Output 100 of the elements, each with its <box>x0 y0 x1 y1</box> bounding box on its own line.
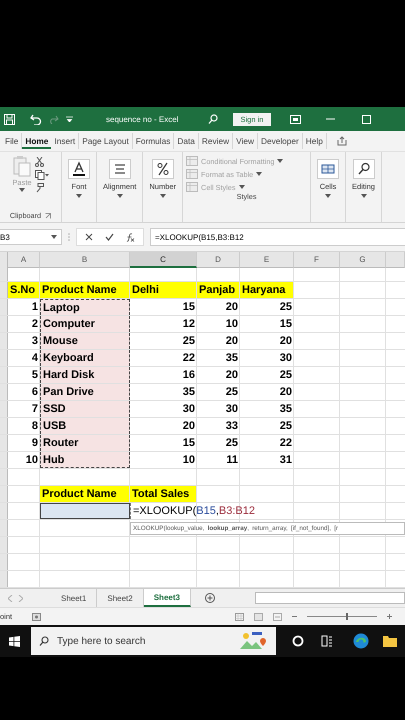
sheet-tab[interactable]: Sheet3 <box>144 589 191 607</box>
search-icon <box>39 636 49 646</box>
table-cell-text: 1 <box>30 300 39 315</box>
row-header[interactable] <box>0 367 8 383</box>
ribbon-tab[interactable]: Home <box>22 133 52 149</box>
horizontal-scrollbar[interactable] <box>254 592 405 604</box>
cortana-icon[interactable] <box>292 635 304 647</box>
browser-icon[interactable] <box>353 633 369 649</box>
page-break-icon[interactable] <box>273 612 282 620</box>
ribbon-tab[interactable]: View <box>233 133 258 149</box>
function-icon[interactable] <box>126 232 135 242</box>
table-cell-text: 15 <box>182 436 196 451</box>
row-header[interactable] <box>0 571 8 587</box>
table-cell-text: 4 <box>30 351 39 366</box>
table-cell-text: 30 <box>278 351 293 366</box>
zoom-thumb[interactable] <box>346 613 348 620</box>
table-cell-text: 25 <box>224 385 239 400</box>
column-header[interactable]: A <box>8 252 40 268</box>
macro-record-icon[interactable] <box>32 612 42 620</box>
table-cell-text: 35 <box>278 402 293 417</box>
table-cell-text: 35 <box>224 351 239 366</box>
dialog-launcher-icon[interactable] <box>45 212 52 218</box>
row-header[interactable] <box>0 469 8 485</box>
table-cell: Computer <box>40 316 130 332</box>
cut-icon[interactable] <box>34 157 44 167</box>
row-header[interactable] <box>0 452 8 468</box>
taskbar-search-field[interactable]: Type here to search <box>31 627 276 655</box>
copy-icon[interactable] <box>34 170 49 180</box>
name-box[interactable]: B3 <box>0 229 62 245</box>
check-icon[interactable] <box>105 233 114 241</box>
formula-field[interactable]: =XLOOKUP(B15,B3:B12 <box>150 228 405 246</box>
column-header[interactable]: D <box>197 252 240 268</box>
table-cell: Pan Drive <box>40 384 130 400</box>
row-header[interactable] <box>0 268 8 281</box>
page-layout-icon[interactable] <box>254 612 264 620</box>
share-icon[interactable] <box>336 136 347 146</box>
column-header[interactable] <box>386 252 405 268</box>
table-cell-text: 20 <box>278 385 293 400</box>
table-cell: Hard Disk <box>40 367 130 383</box>
ribbon-tab[interactable]: Data <box>174 133 199 149</box>
ribbon-tab[interactable]: Insert <box>51 133 80 149</box>
column-header[interactable]: B <box>40 252 130 268</box>
row-header[interactable] <box>0 503 8 519</box>
search-icon[interactable] <box>208 114 218 124</box>
row-header[interactable] <box>0 333 8 349</box>
column-header[interactable]: E <box>240 252 294 268</box>
search-icon <box>352 159 375 179</box>
caret-icon <box>360 194 367 198</box>
add-sheet-icon[interactable] <box>204 593 215 603</box>
scroll-left-icon[interactable] <box>8 594 13 602</box>
task-view-icon[interactable] <box>321 635 333 647</box>
row-header[interactable] <box>0 418 8 434</box>
table-cell-text: 20 <box>278 334 293 349</box>
row-header[interactable] <box>0 435 8 451</box>
ribbon-display-icon[interactable] <box>290 114 302 124</box>
table-cell-text: 20 <box>182 419 196 434</box>
scroll-right-icon[interactable] <box>18 594 23 602</box>
format-painter-icon[interactable] <box>34 183 44 193</box>
table-cell: SSD <box>40 401 130 417</box>
row-header[interactable] <box>0 282 8 298</box>
table-cell-text: 12 <box>182 317 196 332</box>
ribbon-tab[interactable]: Page Layout <box>79 133 133 149</box>
maximize-icon[interactable] <box>362 114 372 124</box>
row-header[interactable] <box>0 316 8 332</box>
redo-icon <box>49 114 59 124</box>
column-header[interactable]: C <box>130 252 197 268</box>
ribbon-tab[interactable]: Formulas <box>132 133 174 149</box>
table-cell-text: 5 <box>30 368 39 383</box>
weather-icon[interactable] <box>240 631 266 651</box>
table-cell-text: 2 <box>30 317 39 332</box>
table-style-icon <box>186 156 198 166</box>
row-header[interactable] <box>0 486 8 502</box>
undo-icon[interactable] <box>30 114 42 124</box>
caret-icon <box>76 194 82 198</box>
windows-start-icon[interactable] <box>9 636 20 646</box>
close-icon[interactable] <box>85 233 93 241</box>
row-header[interactable] <box>0 384 8 400</box>
row-header[interactable] <box>0 554 8 570</box>
folder-icon[interactable] <box>383 635 397 647</box>
ribbon-tab[interactable]: File <box>2 133 22 149</box>
selected-cell[interactable] <box>40 503 130 519</box>
ribbon-tab[interactable]: Developer <box>258 133 303 149</box>
save-icon[interactable] <box>4 114 15 124</box>
column-header[interactable]: G <box>340 252 386 268</box>
row-header[interactable] <box>0 537 8 553</box>
caret-icon <box>19 188 25 192</box>
header-cell: Product Name <box>40 486 130 502</box>
minimize-icon[interactable] <box>326 118 336 120</box>
table-cell-text: 15 <box>182 300 196 315</box>
ribbon-tab[interactable]: Help <box>302 133 327 149</box>
column-header[interactable]: F <box>294 252 340 268</box>
ribbon-tab[interactable]: Review <box>198 133 234 149</box>
customize-icon[interactable] <box>66 116 73 122</box>
row-header[interactable] <box>0 520 8 536</box>
row-header[interactable] <box>0 401 8 417</box>
row-header[interactable] <box>0 299 8 315</box>
row-header[interactable] <box>0 350 8 366</box>
normal-view-icon[interactable] <box>235 612 244 620</box>
table-cell-text: 6 <box>30 385 39 400</box>
zoom-in-icon[interactable] <box>387 614 392 619</box>
